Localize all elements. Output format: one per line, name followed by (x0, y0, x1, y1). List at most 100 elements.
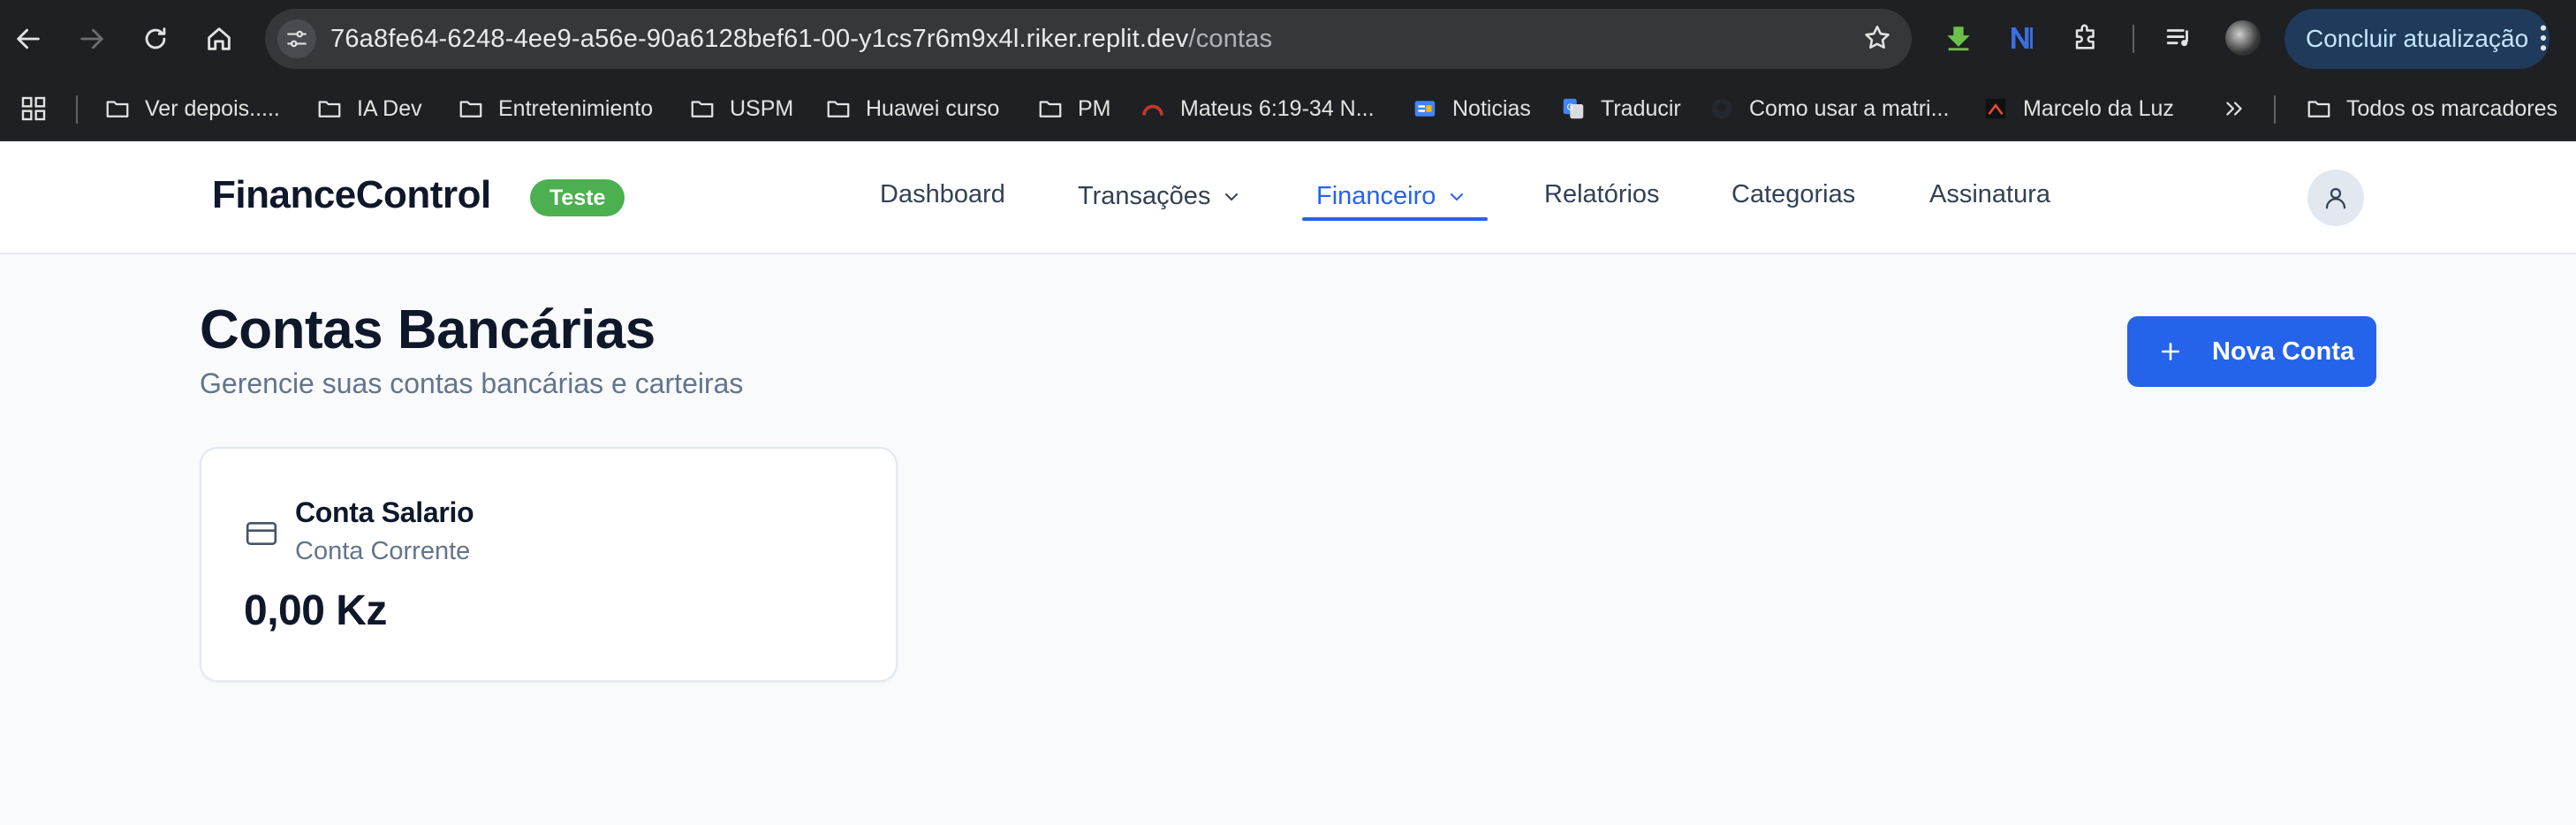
folder-icon (689, 95, 716, 122)
account-card[interactable]: Conta Salario Conta Corrente 0,00 Kz (200, 447, 898, 682)
bookmark-label: Entretenimiento (498, 95, 654, 121)
bookmark-label: PM (1078, 95, 1111, 121)
environment-badge: Teste (530, 179, 625, 216)
download-extension-button[interactable] (1938, 18, 1979, 58)
nav-label: Transações (1078, 182, 1211, 210)
update-chrome-button[interactable]: Concluir atualização (2284, 9, 2549, 69)
star-icon (1865, 25, 1890, 49)
nav-label: Dashboard (880, 180, 1005, 208)
chevron-double-right-icon (2226, 102, 2242, 116)
credit-card-icon (246, 522, 277, 545)
bookmark-ver-depois[interactable]: Ver depois..... (104, 93, 280, 125)
folder-icon (458, 95, 484, 122)
more-vertical-icon (2540, 25, 2547, 51)
back-button[interactable] (9, 19, 48, 58)
account-balance: 0,00 Kz (244, 587, 387, 634)
url-text: 76a8fe64-6248-4ee9-a56e-90a6128bef61-00-… (330, 25, 1272, 54)
bookmarks-bar: Ver depois..... IA Dev Entretenimiento U… (0, 76, 2576, 141)
bookmark-label: IA Dev (357, 95, 422, 121)
bookmark-ia-dev[interactable]: IA Dev (316, 93, 422, 125)
chevron-down-icon (1451, 193, 1464, 201)
nav-label: Financeiro (1316, 182, 1436, 210)
all-bookmarks-button[interactable]: Todos os marcadores (2306, 93, 2557, 125)
more-bookmarks-button[interactable] (2223, 93, 2246, 125)
bookmark-traducir[interactable]: G Traducir (1560, 93, 1681, 125)
folder-icon (825, 95, 852, 122)
toolbar-separator (2133, 25, 2134, 53)
user-icon (2325, 187, 2346, 209)
bookmark-marcelo-da-luz[interactable]: Marcelo da Luz (1982, 93, 2174, 125)
playlist-music-icon (2166, 29, 2188, 47)
google-news-icon (1412, 95, 1438, 122)
bookmark-label: Noticias (1452, 95, 1531, 121)
home-icon (208, 27, 231, 50)
new-account-button[interactable]: Nova Conta (2127, 316, 2376, 387)
user-menu-button[interactable] (2307, 170, 2364, 226)
app-header: FinanceControl Teste Dashboard Transaçõe… (0, 141, 2576, 254)
profile-picture-icon (2225, 20, 2261, 56)
new-account-label: Nova Conta (2212, 337, 2355, 366)
active-nav-indicator (1302, 217, 1488, 221)
bookmark-entretenimiento[interactable]: Entretenimiento (458, 93, 653, 125)
nav-transacoes[interactable]: Transações (1078, 182, 1242, 211)
nav-label: Assinatura (1929, 180, 2051, 208)
nav-relatorios[interactable]: Relatórios (1544, 180, 1660, 209)
nav-label: Relatórios (1544, 180, 1660, 208)
browser-toolbar: 76a8fe64-6248-4ee9-a56e-90a6128bef61-00-… (0, 0, 2576, 76)
folder-icon (104, 95, 131, 122)
folder-icon (2306, 95, 2332, 122)
bookmark-huawei-curso[interactable]: Huawei curso (825, 93, 999, 125)
all-bookmarks-label: Todos os marcadores (2346, 95, 2558, 121)
bookmark-noticias[interactable]: Noticias (1412, 93, 1531, 125)
plus-icon (2162, 343, 2179, 360)
bookmark-mateus[interactable]: Mateus 6:19-34 N... (1140, 93, 1375, 125)
home-button[interactable] (200, 19, 239, 58)
bookmark-label: Huawei curso (866, 95, 1000, 121)
page-subtitle: Gerencie suas contas bancárias e carteir… (200, 367, 744, 399)
profile-avatar-button[interactable] (2223, 18, 2263, 58)
bookmark-label: Mateus 6:19-34 N... (1180, 95, 1375, 121)
bookmark-pm[interactable]: PM (1037, 93, 1111, 125)
address-bar[interactable]: 76a8fe64-6248-4ee9-a56e-90a6128bef61-00-… (265, 9, 1912, 69)
arrow-right-icon (80, 28, 103, 49)
site-icon (1982, 95, 2009, 122)
browser-menu-button[interactable] (2539, 23, 2548, 57)
bookmark-uspm[interactable]: USPM (689, 93, 793, 125)
url-path: /contas (1188, 25, 1273, 53)
apps-button[interactable] (19, 93, 48, 125)
svg-text:G: G (1567, 102, 1574, 112)
nav-dashboard[interactable]: Dashboard (880, 180, 1005, 209)
download-arrow-icon (1947, 26, 1970, 51)
github-icon (1708, 95, 1735, 122)
arrow-left-icon (17, 28, 40, 49)
brand-logo[interactable]: FinanceControl (212, 173, 491, 217)
tune-icon (287, 30, 307, 48)
bible-icon (1140, 95, 1166, 122)
folder-icon (1037, 95, 1064, 122)
bookmark-label: Marcelo da Luz (2023, 95, 2174, 121)
reload-button[interactable] (136, 19, 175, 58)
bookmark-label: Como usar a matri... (1749, 95, 1950, 121)
page-title: Contas Bancárias (200, 299, 655, 360)
nav-assinatura[interactable]: Assinatura (1929, 180, 2050, 209)
bookmark-label: Traducir (1601, 95, 1681, 121)
folder-icon (316, 95, 343, 122)
nav-financeiro[interactable]: Financeiro (1316, 182, 1467, 211)
extensions-button[interactable] (2065, 18, 2106, 58)
google-translate-icon: G (1560, 95, 1587, 122)
n-logo-icon (2012, 27, 2033, 49)
nav-categorias[interactable]: Categorias (1731, 180, 1855, 209)
url-host: 76a8fe64-6248-4ee9-a56e-90a6128bef61-00-… (330, 25, 1189, 53)
forward-button[interactable] (72, 19, 111, 58)
bookmark-label: Ver depois..... (145, 95, 280, 121)
site-info-button[interactable] (277, 19, 316, 58)
chevron-down-icon (1225, 193, 1239, 201)
nav-label: Categorias (1731, 180, 1856, 208)
n-extension-button[interactable] (2002, 18, 2042, 58)
media-controls-button[interactable] (2159, 18, 2200, 58)
account-type: Conta Corrente (295, 537, 471, 565)
bookmark-como-usar[interactable]: Como usar a matri... (1708, 93, 1949, 125)
bookmark-star-button[interactable] (1862, 23, 1892, 57)
bookmarks-separator (76, 95, 78, 124)
apps-grid-icon (21, 96, 46, 121)
